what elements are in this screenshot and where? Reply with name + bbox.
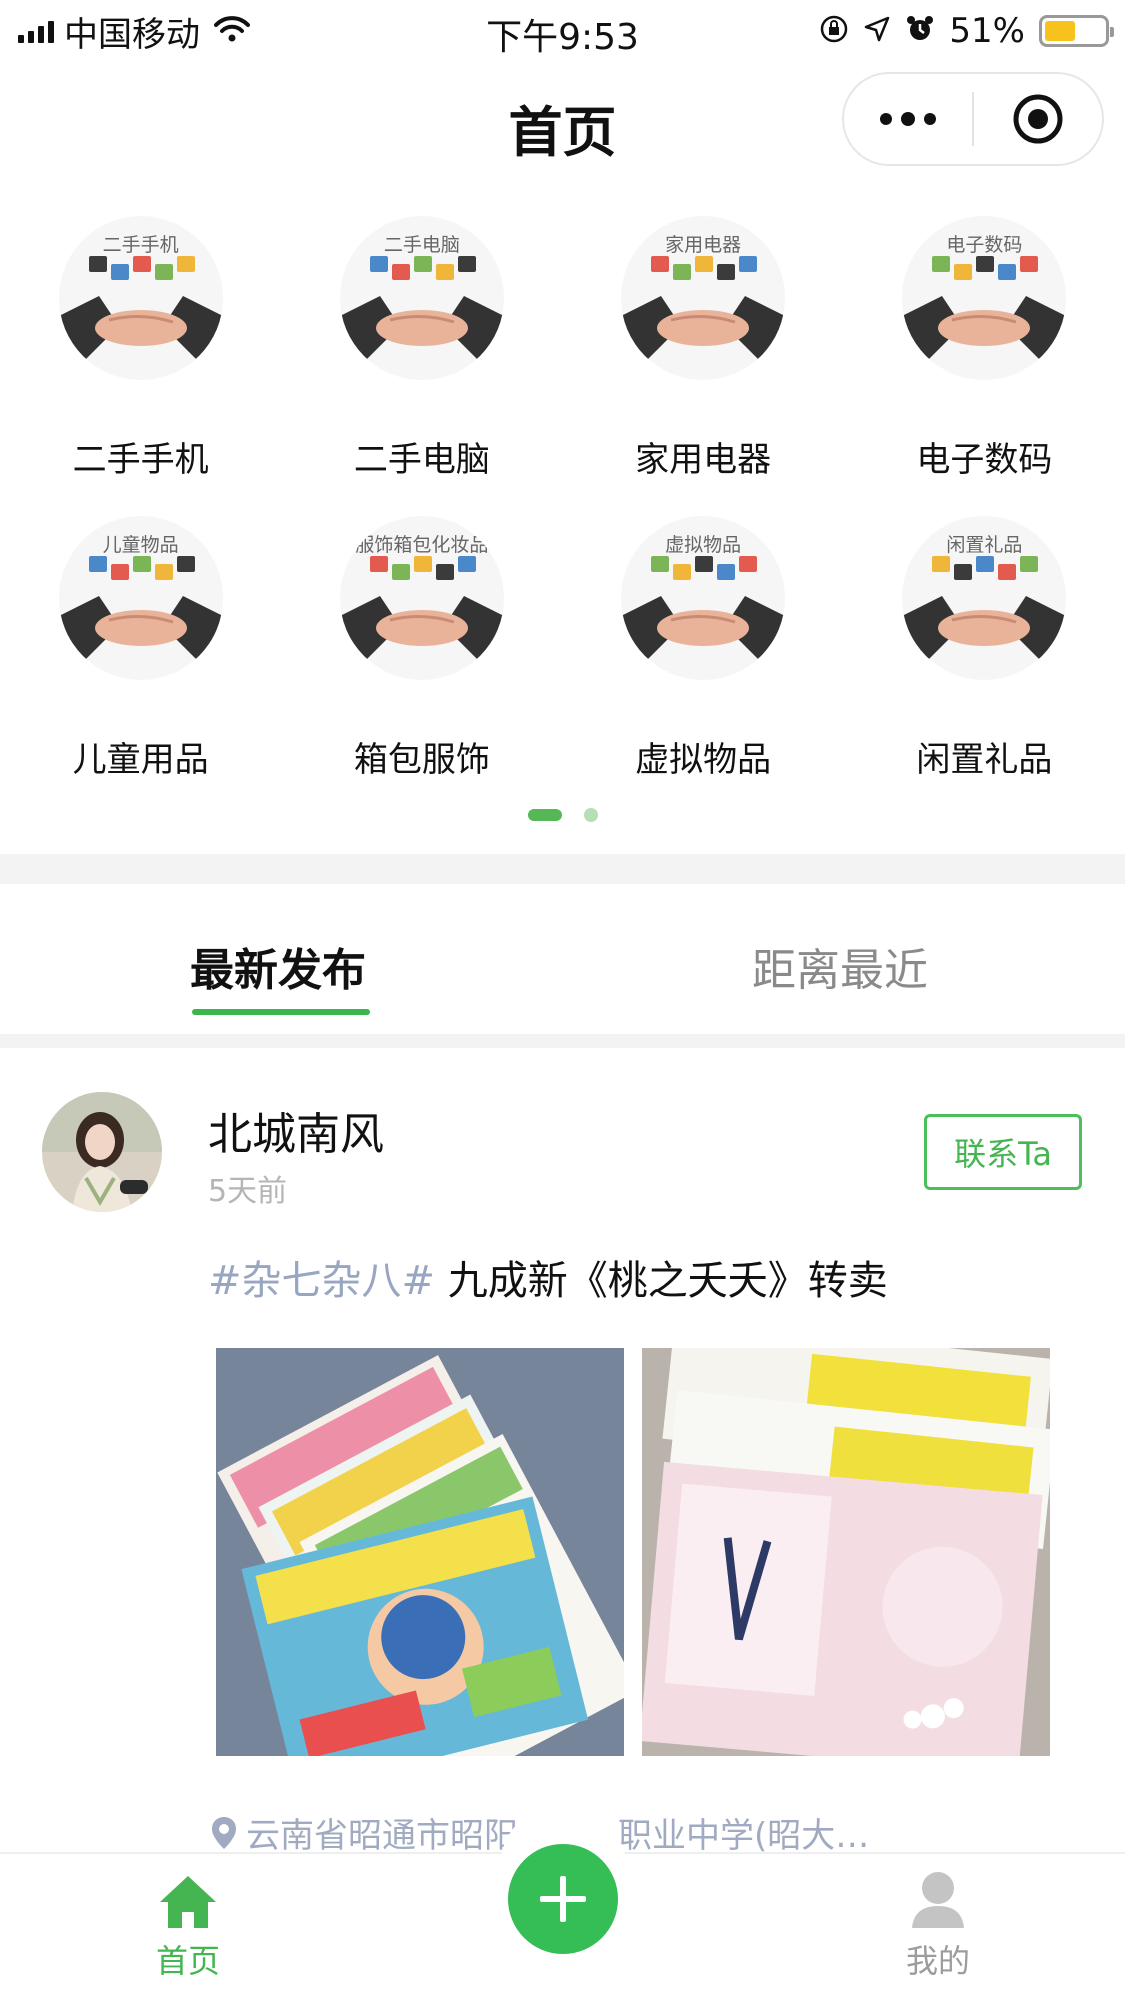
- category-image: 二手电脑: [339, 216, 504, 380]
- category-item[interactable]: 虚拟物品 虚拟物品: [563, 516, 844, 816]
- tab-active-underline: [192, 1009, 370, 1015]
- category-image: 虚拟物品: [621, 516, 786, 680]
- user-icon: [912, 1872, 964, 1928]
- category-row: 二手手机 二手手机 二手电脑 二手电脑 家用电器 家用电器 电子数码 电子数码: [0, 216, 1125, 516]
- category-label: 闲置礼品: [916, 740, 1053, 780]
- category-grid: 二手手机 二手手机 二手电脑 二手电脑 家用电器 家用电器 电子数码 电子数码 儿童物品 儿童用品…: [0, 216, 1125, 816]
- avatar[interactable]: [42, 1092, 162, 1212]
- feed-tabs: 最新发布 距离最近: [0, 884, 1125, 1034]
- category-image-caption: 虚拟物品: [665, 534, 742, 556]
- post-photo[interactable]: [216, 1348, 624, 1756]
- location-text: 云南省昭通市昭阳: [246, 1816, 518, 1856]
- post-tag[interactable]: #杂七杂八#: [208, 1258, 435, 1304]
- category-image: 家用电器: [621, 216, 786, 380]
- location-text-tail: 职业中学(昭大…: [618, 1816, 870, 1856]
- category-image-caption: 服饰箱包化妆品: [355, 534, 489, 556]
- mini-program-capsule: [842, 72, 1104, 166]
- category-image-caption: 家用电器: [665, 234, 742, 256]
- wifi-icon: [214, 15, 250, 47]
- category-item[interactable]: 电子数码 电子数码: [844, 216, 1125, 516]
- category-image: 闲置礼品: [902, 516, 1067, 680]
- category-label: 虚拟物品: [635, 740, 772, 780]
- battery-percent: 51%: [949, 11, 1025, 51]
- category-label: 家用电器: [635, 440, 772, 480]
- category-item[interactable]: 儿童物品 儿童用品: [0, 516, 281, 816]
- tabbar-home[interactable]: 首页: [88, 1874, 288, 1982]
- status-right: 51%: [819, 8, 1114, 54]
- category-row: 儿童物品 儿童用品 服饰箱包化妆品 箱包服饰 虚拟物品 虚拟物品 闲置礼品 闲置礼品: [0, 516, 1125, 816]
- category-item[interactable]: 服饰箱包化妆品箱包服饰: [281, 516, 562, 816]
- battery-icon: [1039, 15, 1114, 47]
- contact-button[interactable]: 联系Ta: [924, 1114, 1082, 1190]
- home-icon: [160, 1876, 216, 1928]
- category-image-caption: 二手电脑: [383, 234, 460, 256]
- post-content: #杂七杂八# 九成新《桃之夭夭》转卖: [208, 1248, 888, 1306]
- category-item[interactable]: 闲置礼品 闲置礼品: [844, 516, 1125, 816]
- post-username[interactable]: 北城南风: [208, 1098, 384, 1162]
- location-arrow-icon: [863, 15, 891, 47]
- tabbar-mine[interactable]: 我的: [838, 1870, 1038, 1982]
- category-item[interactable]: 家用电器 家用电器: [563, 216, 844, 516]
- navigation-bar: 首页: [0, 62, 1125, 182]
- category-label: 箱包服饰: [353, 740, 490, 780]
- status-bar: 中国移动 下午9:53 51%: [0, 0, 1125, 62]
- post-text: 九成新《桃之夭夭》转卖: [435, 1258, 888, 1304]
- location-pin-icon: [212, 1816, 236, 1849]
- category-image: 服饰箱包化妆品: [339, 516, 504, 680]
- category-image: 儿童物品: [58, 516, 223, 680]
- category-image-caption: 二手手机: [102, 234, 179, 256]
- target-circle-icon: [1013, 94, 1063, 144]
- carrier-name: 中国移动: [64, 14, 200, 55]
- category-label: 电子数码: [916, 440, 1053, 480]
- category-label: 二手手机: [72, 440, 209, 480]
- post-time: 5天前: [208, 1174, 288, 1209]
- status-left: 中国移动: [18, 8, 250, 55]
- alarm-icon: [905, 14, 935, 48]
- plus-icon: [540, 1876, 586, 1922]
- page-indicator: [0, 808, 1125, 822]
- category-image-caption: 电子数码: [946, 234, 1023, 256]
- category-image-caption: 儿童物品: [102, 534, 179, 556]
- category-label: 二手电脑: [353, 440, 490, 480]
- more-button[interactable]: [844, 74, 972, 164]
- tabbar-mine-label: 我的: [905, 1942, 970, 1980]
- page-indicator-active[interactable]: [527, 809, 562, 821]
- category-image: 二手手机: [58, 216, 223, 380]
- category-image: 电子数码: [902, 216, 1067, 380]
- category-item[interactable]: 二手电脑 二手电脑: [281, 216, 562, 516]
- tab-latest[interactable]: 最新发布: [190, 934, 366, 998]
- section-divider: [0, 1034, 1125, 1048]
- category-label: 儿童用品: [72, 740, 209, 780]
- category-image-caption: 闲置礼品: [946, 534, 1023, 556]
- close-program-button[interactable]: [974, 74, 1102, 164]
- signal-icon: [18, 19, 54, 43]
- publish-button[interactable]: [508, 1844, 618, 1954]
- section-divider: [0, 854, 1125, 884]
- tabbar-home-label: 首页: [155, 1942, 220, 1980]
- post-photo[interactable]: [642, 1348, 1050, 1756]
- orientation-lock-icon: [819, 14, 849, 48]
- category-item[interactable]: 二手手机 二手手机: [0, 216, 281, 516]
- more-dots-icon: [880, 112, 936, 126]
- page-indicator-inactive[interactable]: [583, 808, 598, 822]
- tab-nearest[interactable]: 距离最近: [752, 934, 928, 998]
